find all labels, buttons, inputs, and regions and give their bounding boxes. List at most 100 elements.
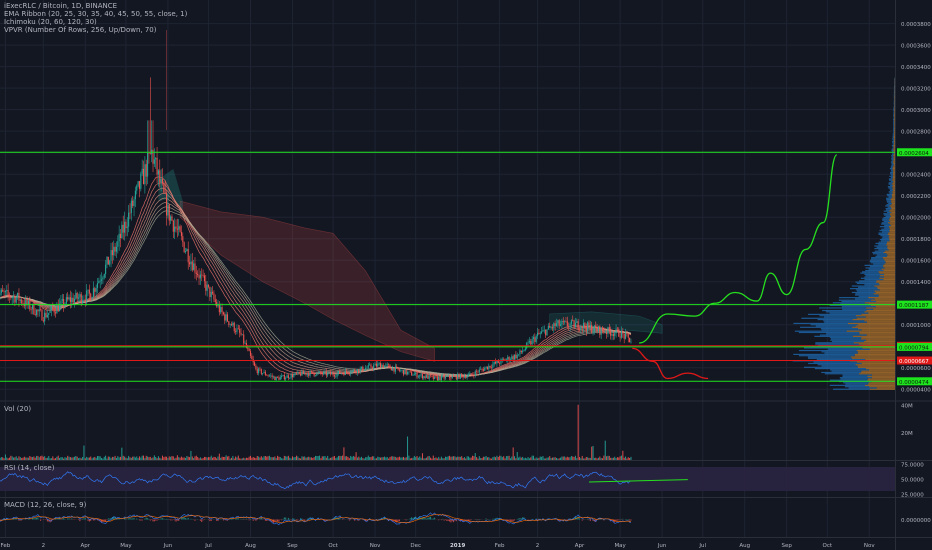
vpvr-bar-down: [861, 313, 895, 316]
vpvr-bar-up: [893, 99, 895, 101]
vpvr-bar-down: [892, 196, 895, 198]
candle-body: [360, 366, 363, 369]
candle-body: [141, 168, 143, 174]
volume-bar: [182, 457, 184, 460]
volume-bar: [247, 457, 249, 460]
candle-body: [75, 292, 77, 299]
candle-body: [289, 378, 291, 379]
volume-bar: [442, 458, 444, 460]
candle-body: [551, 327, 553, 329]
candle-body: [488, 365, 490, 370]
volume-bar: [481, 458, 483, 460]
vpvr-bar-down: [889, 229, 895, 232]
indicator-vpvr[interactable]: VPVR (Number Of Rows, 256, Up/Down, 70): [4, 26, 187, 34]
volume-bar: [176, 455, 178, 460]
vpvr-bar-down: [874, 285, 895, 287]
vpvr-bar-down: [892, 168, 895, 170]
candle-body: [249, 351, 252, 356]
volume-bar: [489, 458, 491, 460]
vpvr-bar-down: [893, 155, 895, 157]
macd-histogram-bar: [176, 519, 178, 521]
candle-body: [91, 297, 93, 301]
candle-body: [184, 251, 187, 253]
vpvr-bar-down: [894, 128, 895, 130]
vpvr-bar-down: [861, 362, 895, 365]
candle-body: [124, 221, 126, 233]
vpvr-bar-down: [885, 250, 895, 252]
vpvr-bar-up: [883, 220, 891, 223]
vpvr-bar-up: [803, 347, 863, 349]
macd-histogram-bar: [434, 517, 436, 520]
candle-body: [492, 364, 494, 368]
candle-body: [434, 376, 436, 379]
volume-bar: [416, 456, 418, 460]
candle-body: [566, 321, 568, 327]
volume-bar: [319, 455, 321, 460]
candle-body: [589, 324, 591, 327]
volume-bar: [382, 457, 384, 460]
volume-bar: [302, 456, 304, 460]
time-tick-label: Aug: [739, 543, 750, 549]
candle-body: [113, 246, 115, 256]
volume-bar: [26, 457, 28, 460]
volume-bar: [504, 458, 506, 460]
volume-bar: [615, 458, 617, 460]
volume-bar: [252, 457, 254, 460]
macd-histogram-bar: [240, 518, 242, 520]
volume-bar: [600, 458, 602, 460]
volume-bar: [352, 455, 354, 460]
candle-body: [539, 333, 541, 334]
candle-body: [222, 312, 224, 315]
symbol-title[interactable]: iExecRLC / Bitcoin, 1D, BINANCE: [4, 2, 187, 10]
candle-body: [557, 320, 559, 324]
vpvr-bar-up: [883, 217, 890, 219]
macd-histogram-bar: [512, 519, 514, 522]
candle-body: [512, 356, 514, 360]
vpvr-bar-up: [822, 309, 867, 312]
vpvr-bar-down: [893, 170, 895, 172]
volume-bar: [509, 458, 511, 460]
rsi-legend[interactable]: RSI (14, close): [4, 464, 54, 472]
vpvr-bar-down: [865, 358, 895, 361]
volume-bar: [125, 457, 127, 460]
candle-body: [268, 375, 270, 377]
vpvr-bar-up: [830, 339, 867, 341]
volume-bar: [579, 457, 581, 460]
macd-histogram-bar: [511, 519, 513, 521]
candle-body: [400, 370, 402, 372]
chart-canvas[interactable]: 40M20M 75.000050.000025.0000 0.0000000 0…: [0, 0, 932, 550]
candle-body: [176, 228, 178, 230]
volume-bar: [36, 455, 38, 460]
indicator-ichimoku[interactable]: Ichimoku (20, 60, 120, 30): [4, 18, 187, 26]
vpvr-bar-down: [879, 277, 895, 279]
macd-legend[interactable]: MACD (12, 26, close, 9): [4, 501, 86, 509]
candle-body: [114, 246, 116, 252]
volume-bar: [356, 457, 358, 460]
vpvr-bar-down: [869, 369, 895, 371]
candle-body: [404, 369, 406, 375]
vpvr-bar-up: [893, 95, 895, 97]
candle-body: [149, 153, 151, 155]
vpvr-bar-down: [894, 111, 895, 113]
candle-body: [306, 373, 308, 375]
vpvr-bar-up: [889, 189, 894, 192]
candle-body: [275, 376, 277, 381]
macd-histogram-bar: [237, 518, 239, 520]
vpvr-bar-down: [894, 130, 895, 132]
candle-body: [390, 368, 392, 371]
volume-bar: [231, 457, 233, 460]
candle-body: [386, 364, 388, 366]
volume-bar: [550, 458, 552, 460]
volume-legend[interactable]: Vol (20): [4, 405, 31, 413]
volume-bar: [255, 458, 257, 460]
vpvr-bar-down: [886, 244, 895, 246]
volume-bar: [29, 455, 31, 460]
vpvr-bar-up: [893, 113, 895, 116]
macd-histogram-bar: [291, 518, 293, 520]
indicator-ema-ribbon[interactable]: EMA Ribbon (20, 25, 30, 35, 40, 45, 50, …: [4, 10, 187, 18]
candle-body: [8, 294, 11, 298]
vpvr-bar-up: [865, 267, 885, 269]
volume-bar: [514, 456, 516, 460]
volume-bar: [612, 457, 614, 460]
vpvr-bar-down: [891, 200, 895, 202]
